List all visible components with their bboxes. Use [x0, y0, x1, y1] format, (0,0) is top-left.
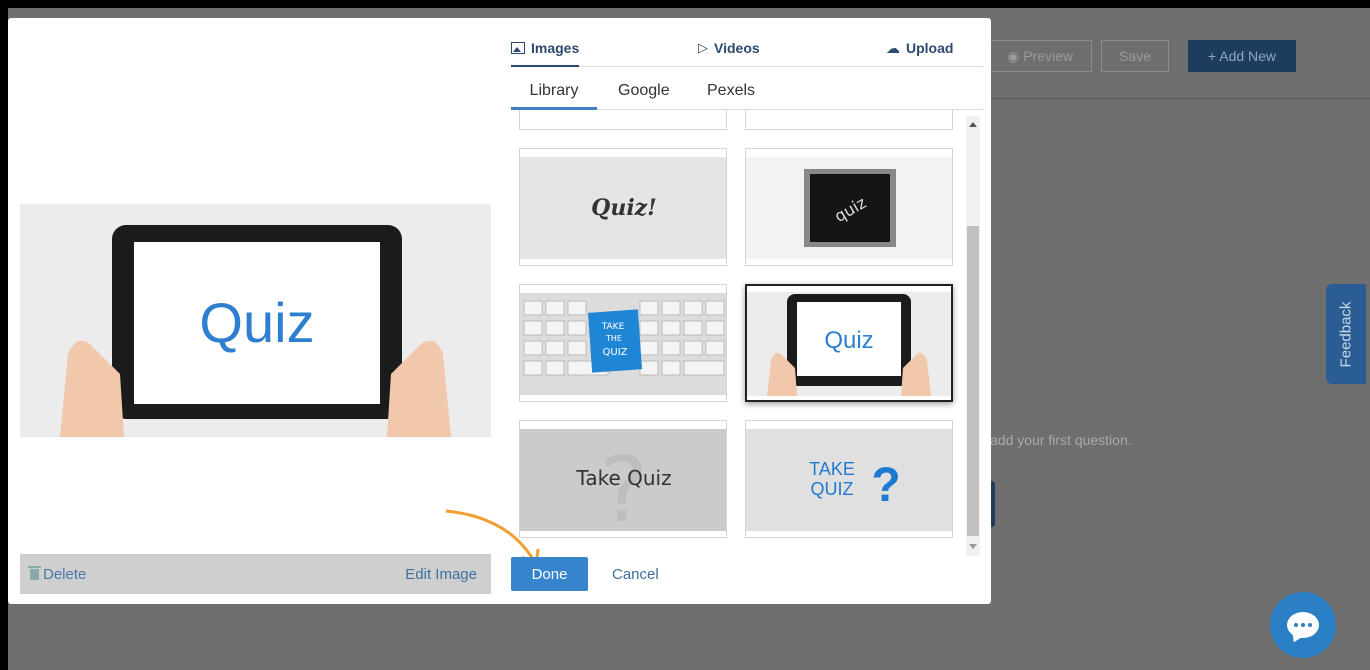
image-tile-keyboard[interactable]: TAKE THE QUIZ: [519, 284, 727, 402]
app-window: ◉ Preview Save + Add New add your first …: [8, 8, 1370, 670]
scroll-thumb[interactable]: [967, 226, 979, 536]
preview-image: Quiz: [20, 204, 491, 437]
delete-label: Delete: [43, 565, 87, 583]
tab-videos[interactable]: ▷ Videos: [698, 31, 760, 65]
save-label: Save: [1119, 48, 1151, 64]
tile-symbol: ?: [871, 459, 900, 512]
preview-label: Preview: [1023, 48, 1073, 64]
scroll-up-icon[interactable]: [969, 122, 977, 127]
image-tile-take-quiz-hand[interactable]: ? Take Quiz: [519, 420, 727, 538]
play-icon: ▷: [698, 40, 708, 55]
image-grid-scrollbar[interactable]: [966, 116, 980, 556]
eye-icon: ◉: [1006, 47, 1020, 64]
done-button[interactable]: Done: [511, 557, 588, 591]
tile-text-line-1: TAKE: [809, 459, 855, 479]
image-tile-top-left[interactable]: [519, 110, 727, 130]
scroll-down-icon[interactable]: [969, 544, 977, 549]
tile-text: Quiz: [824, 327, 873, 354]
tile-text: Quiz!: [591, 195, 657, 221]
image-tile-tablet-selected[interactable]: Quiz: [745, 284, 953, 402]
feedback-tab[interactable]: Feedback: [1326, 284, 1366, 384]
image-preview-panel: Quiz Delete Edit Image: [20, 28, 491, 604]
empty-state-hint: add your first question.: [990, 432, 1132, 448]
image-icon: [511, 42, 525, 54]
delete-button[interactable]: Delete: [28, 565, 87, 583]
chat-icon: [1287, 612, 1319, 638]
image-grid: Quiz! quiz TAKE THE QUIZ Quiz ? Take Qui…: [511, 110, 961, 550]
add-new-button[interactable]: + Add New: [1188, 40, 1296, 72]
image-tile-chalkboard[interactable]: quiz: [745, 148, 953, 266]
trash-icon: [28, 565, 41, 580]
preview-button[interactable]: ◉ Preview: [988, 40, 1092, 72]
tab-upload[interactable]: ☁ Upload: [886, 31, 953, 65]
tile-text-line-2: QUIZ: [811, 479, 854, 499]
tab-upload-label: Upload: [906, 40, 954, 56]
subtab-pexels[interactable]: Pexels: [707, 74, 755, 107]
tab-images-label: Images: [531, 40, 580, 56]
add-new-label: + Add New: [1207, 48, 1277, 64]
media-modal: Quiz Delete Edit Image Images ▷ Videos ☁…: [8, 18, 991, 604]
tile-text-line-3: QUIZ: [603, 347, 628, 358]
media-tabs: Images ▷ Videos ☁ Upload: [511, 26, 983, 67]
tile-text: Take Quiz: [575, 466, 671, 490]
subtab-google[interactable]: Google: [618, 74, 670, 107]
preview-image-text: Quiz: [199, 291, 314, 354]
image-tile-quiz-excl[interactable]: Quiz!: [519, 148, 727, 266]
image-tile-top-right[interactable]: [745, 110, 953, 130]
feedback-label: Feedback: [1337, 301, 1355, 367]
cloud-upload-icon: ☁: [886, 39, 900, 56]
subtab-library[interactable]: Library: [511, 74, 597, 110]
tab-videos-label: Videos: [714, 40, 760, 56]
tile-text-line-2: THE: [605, 334, 622, 343]
source-subtabs: Library Google Pexels: [511, 74, 983, 110]
tab-images[interactable]: Images: [511, 31, 580, 67]
image-tile-take-quiz-q[interactable]: TAKE QUIZ ?: [745, 420, 953, 538]
save-button[interactable]: Save: [1101, 40, 1169, 72]
preview-toolbar: Delete Edit Image: [20, 554, 491, 594]
tile-text-line-1: TAKE: [601, 322, 625, 332]
cancel-button[interactable]: Cancel: [612, 557, 659, 591]
chat-button[interactable]: [1270, 592, 1336, 658]
